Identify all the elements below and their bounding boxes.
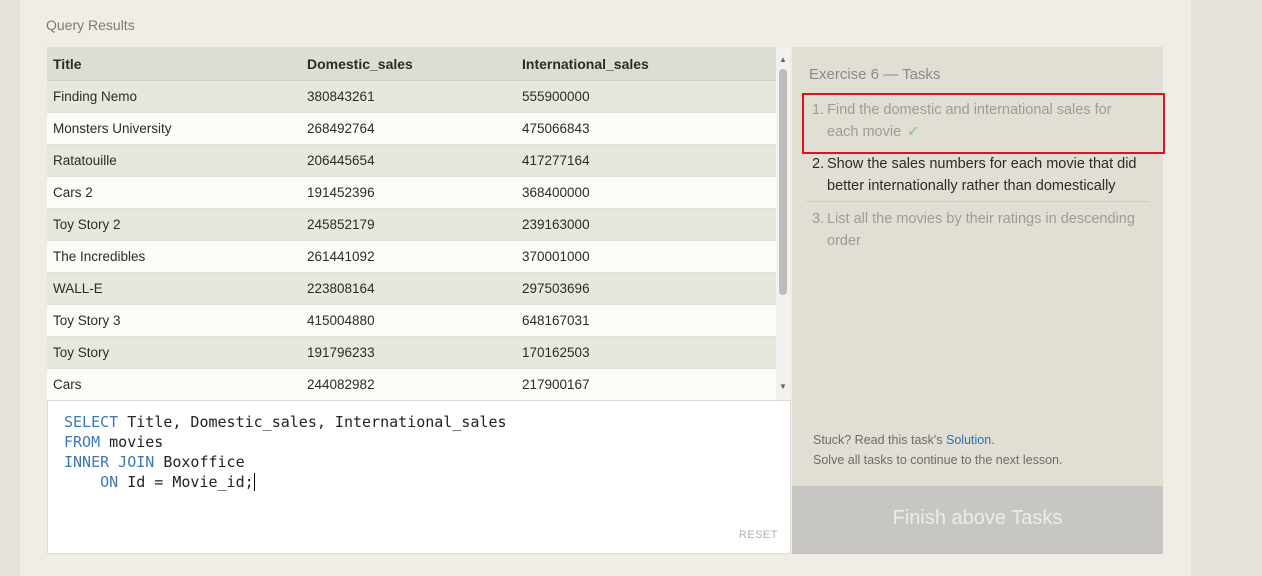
cell-international-sales: 297503696 [516,272,776,305]
table-row: Finding Nemo 380843261 555900000 [47,80,776,113]
table-row: Cars 2 191452396 368400000 [47,176,776,209]
results-table-container: Title Domestic_sales International_sales… [47,47,790,400]
cell-international-sales: 417277164 [516,144,776,177]
keyword-inner-join: INNER JOIN [64,453,155,471]
cell-title: Toy Story 2 [47,208,301,241]
cell-title: Monsters University [47,112,301,145]
cell-international-sales: 555900000 [516,80,776,113]
code-token: Boxoffice [154,453,245,471]
task-list: 1. Find the domestic and international s… [806,95,1150,256]
keyword-on: ON [100,473,119,491]
results-scrollbar[interactable]: ▲ ▼ [776,47,790,400]
reset-button[interactable]: RESET [739,529,778,541]
cell-domestic-sales: 261441092 [301,240,516,273]
checkmark-icon: ✓ [907,124,920,140]
cell-domestic-sales: 223808164 [301,272,516,305]
table-header-row: Title Domestic_sales International_sales [47,47,776,81]
cell-domestic-sales: 268492764 [301,112,516,145]
cell-domestic-sales: 380843261 [301,80,516,113]
cell-international-sales: 475066843 [516,112,776,145]
column-header-international-sales: International_sales [516,47,776,81]
text-cursor [253,473,255,491]
task-text-label: Show the sales numbers for each movie th… [827,156,1137,194]
scroll-thumb[interactable] [779,69,787,295]
code-token: movies [100,433,164,451]
code-token: Title, Domestic_sales, International_sal… [118,413,507,431]
keyword-select: SELECT [64,413,119,431]
task-text: Find the domestic and international sale… [827,99,1146,143]
help-text: Stuck? Read this task's Solution. Solve … [813,430,1062,470]
tasks-title: Exercise 6 — Tasks [809,66,941,83]
task-text-label: List all the movies by their ratings in … [827,211,1135,249]
code-line: FROM movies [64,432,507,452]
table-row: Toy Story 3 415004880 648167031 [47,304,776,337]
cell-title: Ratatouille [47,144,301,177]
cell-international-sales: 368400000 [516,176,776,209]
scroll-down-arrow-icon[interactable]: ▼ [776,380,790,394]
table-row: The Incredibles 261441092 370001000 [47,240,776,273]
table-row: Toy Story 191796233 170162503 [47,336,776,369]
cell-international-sales: 239163000 [516,208,776,241]
column-header-title: Title [47,47,301,81]
table-row: Ratatouille 206445654 417277164 [47,144,776,177]
code-token: Id = Movie_id; [118,473,254,491]
cell-title: Toy Story [47,336,301,369]
sql-code[interactable]: SELECT Title, Domestic_sales, Internatio… [64,412,507,492]
cell-title: Cars 2 [47,176,301,209]
tasks-panel: Exercise 6 — Tasks 1. Find the domestic … [792,47,1163,554]
task-item-1: 1. Find the domestic and international s… [806,95,1150,147]
help-line-1: Stuck? Read this task's Solution. [813,430,1062,450]
task-item-2: 2. Show the sales numbers for each movie… [806,147,1150,202]
cell-domestic-sales: 245852179 [301,208,516,241]
column-header-domestic-sales: Domestic_sales [301,47,516,81]
task-text-label: Find the domestic and international sale… [827,102,1112,140]
results-title: Query Results [46,17,135,33]
code-line: INNER JOIN Boxoffice [64,452,507,472]
cell-international-sales: 370001000 [516,240,776,273]
cell-international-sales: 648167031 [516,304,776,337]
task-number: 2. [812,156,825,172]
table-row: Cars 244082982 217900167 [47,368,776,400]
keyword-from: FROM [64,433,101,451]
cell-international-sales: 170162503 [516,336,776,369]
table-row: WALL-E 223808164 297503696 [47,272,776,305]
help-prefix: Stuck? Read this task's [813,433,947,447]
cell-title: Finding Nemo [47,80,301,113]
task-number: 1. [812,102,825,118]
cell-domestic-sales: 191452396 [301,176,516,209]
help-suffix: . [991,433,995,447]
cell-title: WALL-E [47,272,301,305]
cell-domestic-sales: 206445654 [301,144,516,177]
cell-title: The Incredibles [47,240,301,273]
help-line-2: Solve all tasks to continue to the next … [813,453,1063,467]
cell-title: Cars [47,368,301,400]
cell-domestic-sales: 191796233 [301,336,516,369]
code-line: ON Id = Movie_id; [64,472,507,492]
table-row: Toy Story 2 245852179 239163000 [47,208,776,241]
solution-link[interactable]: Solution [946,433,991,447]
table-row: Monsters University 268492764 475066843 [47,112,776,145]
cell-domestic-sales: 244082982 [301,368,516,400]
cell-title: Toy Story 3 [47,304,301,337]
results-table: Title Domestic_sales International_sales… [47,47,776,400]
code-line: SELECT Title, Domestic_sales, Internatio… [64,412,507,432]
finish-tasks-button[interactable]: Finish above Tasks [792,486,1163,554]
task-number: 3. [812,211,825,227]
sql-editor[interactable]: SELECT Title, Domestic_sales, Internatio… [47,400,791,554]
cell-domestic-sales: 415004880 [301,304,516,337]
cell-international-sales: 217900167 [516,368,776,400]
task-item-3: 3. List all the movies by their ratings … [806,202,1150,256]
scroll-up-arrow-icon[interactable]: ▲ [776,53,790,67]
